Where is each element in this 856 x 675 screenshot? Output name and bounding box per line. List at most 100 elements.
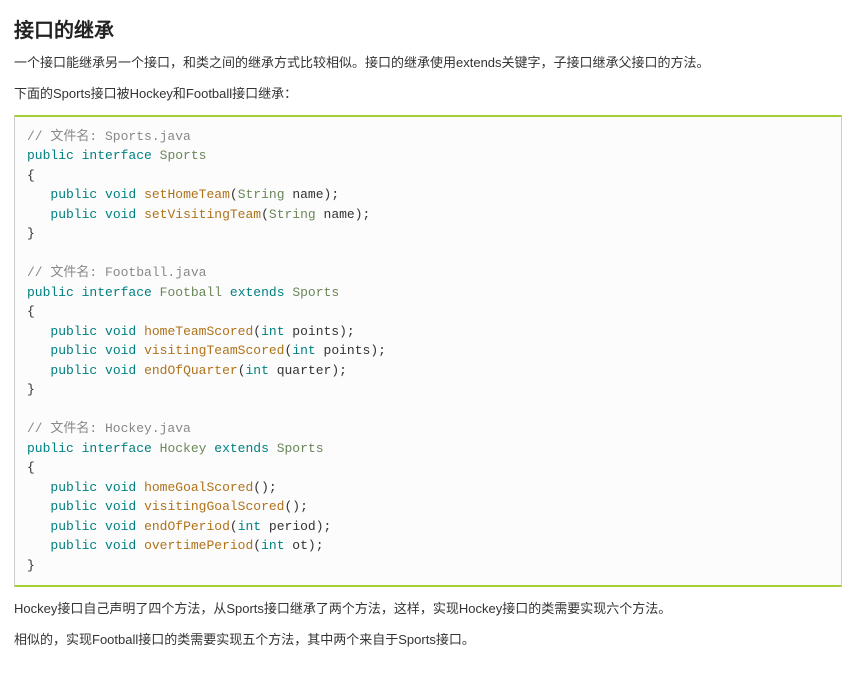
code-token-pun: name); — [316, 207, 371, 222]
code-token-pun — [74, 441, 82, 456]
code-token-pun: name); — [285, 187, 340, 202]
code-token-kw: extends — [230, 285, 285, 300]
code-token-pun — [27, 207, 50, 222]
code-token-pun: period); — [261, 519, 331, 534]
code-token-kw: public — [27, 285, 74, 300]
code-token-pun — [27, 499, 50, 514]
code-token-kw: interface — [82, 148, 152, 163]
code-token-pun — [74, 148, 82, 163]
code-token-pun — [97, 343, 105, 358]
code-token-pun — [97, 480, 105, 495]
code-token-fn: setVisitingTeam — [144, 207, 261, 222]
code-token-kw: int — [246, 363, 269, 378]
code-token-kw: public — [50, 499, 97, 514]
code-token-pun: ( — [253, 324, 261, 339]
code-token-kw: public — [50, 207, 97, 222]
code-token-kw: void — [105, 207, 136, 222]
code-token-kw: public — [27, 441, 74, 456]
code-token-pun — [27, 187, 50, 202]
code-token-pun: ( — [230, 519, 238, 534]
code-token-kw: int — [261, 324, 284, 339]
code-token-pun — [27, 246, 35, 261]
code-token-kw: interface — [82, 441, 152, 456]
code-token-kw: void — [105, 519, 136, 534]
code-token-pun — [27, 480, 50, 495]
code-token-pun — [97, 519, 105, 534]
code-token-pun — [97, 538, 105, 553]
code-token-pun: ( — [238, 363, 246, 378]
code-token-pun — [136, 187, 144, 202]
section-heading: 接口的继承 — [14, 14, 842, 43]
code-token-pun — [152, 148, 160, 163]
code-token-pun — [152, 285, 160, 300]
code-token-pun — [27, 324, 50, 339]
code-token-pun — [269, 441, 277, 456]
code-token-pun — [74, 285, 82, 300]
code-token-pun: (); — [253, 480, 276, 495]
intro-paragraph-2: 下面的Sports接口被Hockey和Football接口继承： — [14, 84, 842, 105]
code-token-fn: overtimePeriod — [144, 538, 253, 553]
code-token-pun: } — [27, 226, 35, 241]
code-token-typ: String — [269, 207, 316, 222]
code-token-pun: } — [27, 558, 35, 573]
code-token-kw: void — [105, 480, 136, 495]
code-token-kw: public — [50, 538, 97, 553]
code-token-pun — [136, 480, 144, 495]
code-token-kw: interface — [82, 285, 152, 300]
code-token-kw: void — [105, 363, 136, 378]
code-token-pun: ( — [261, 207, 269, 222]
code-token-kw: void — [105, 343, 136, 358]
code-token-pun — [97, 324, 105, 339]
code-token-pun — [27, 402, 35, 417]
code-token-typ: Sports — [160, 148, 207, 163]
code-token-pun: points); — [316, 343, 386, 358]
code-token-pun — [136, 343, 144, 358]
code-token-pun: { — [27, 168, 35, 183]
code-token-pun: ot); — [285, 538, 324, 553]
code-token-pun: (); — [285, 499, 308, 514]
code-token-kw: extends — [214, 441, 269, 456]
code-token-fn: visitingGoalScored — [144, 499, 284, 514]
outro-paragraph-2: 相似的，实现Football接口的类需要实现五个方法，其中两个来自于Sports… — [14, 630, 842, 651]
code-token-pun — [97, 187, 105, 202]
code-token-fn: visitingTeamScored — [144, 343, 284, 358]
code-token-kw: void — [105, 538, 136, 553]
code-token-pun — [152, 441, 160, 456]
code-token-pun — [136, 499, 144, 514]
code-token-kw: public — [27, 148, 74, 163]
code-token-pun — [136, 538, 144, 553]
code-token-kw: void — [105, 499, 136, 514]
code-token-kw: public — [50, 480, 97, 495]
code-token-kw: public — [50, 519, 97, 534]
code-token-typ: Hockey — [160, 441, 207, 456]
code-token-fn: endOfPeriod — [144, 519, 230, 534]
code-token-kw: int — [238, 519, 261, 534]
code-token-pun — [222, 285, 230, 300]
code-token-pun — [97, 363, 105, 378]
code-token-kw: public — [50, 343, 97, 358]
code-token-kw: public — [50, 187, 97, 202]
code-token-kw: void — [105, 324, 136, 339]
code-token-pun: } — [27, 382, 35, 397]
code-token-typ: Football — [160, 285, 222, 300]
code-token-pun: ( — [253, 538, 261, 553]
code-token-typ: Sports — [292, 285, 339, 300]
outro-paragraph-1: Hockey接口自己声明了四个方法，从Sports接口继承了两个方法，这样，实现… — [14, 599, 842, 620]
code-token-pun — [27, 343, 50, 358]
code-token-kw: public — [50, 324, 97, 339]
code-token-pun — [136, 519, 144, 534]
code-token-pun: ( — [230, 187, 238, 202]
code-token-com: // 文件名: Football.java — [27, 265, 206, 280]
code-token-typ: String — [238, 187, 285, 202]
code-token-pun: points); — [285, 324, 355, 339]
code-token-fn: homeTeamScored — [144, 324, 253, 339]
code-token-typ: Sports — [277, 441, 324, 456]
code-token-kw: public — [50, 363, 97, 378]
code-token-pun — [136, 207, 144, 222]
code-token-pun — [27, 519, 50, 534]
code-token-com: // 文件名: Hockey.java — [27, 421, 191, 436]
code-token-pun — [27, 363, 50, 378]
code-token-kw: int — [261, 538, 284, 553]
code-token-pun — [97, 499, 105, 514]
code-token-pun — [136, 324, 144, 339]
